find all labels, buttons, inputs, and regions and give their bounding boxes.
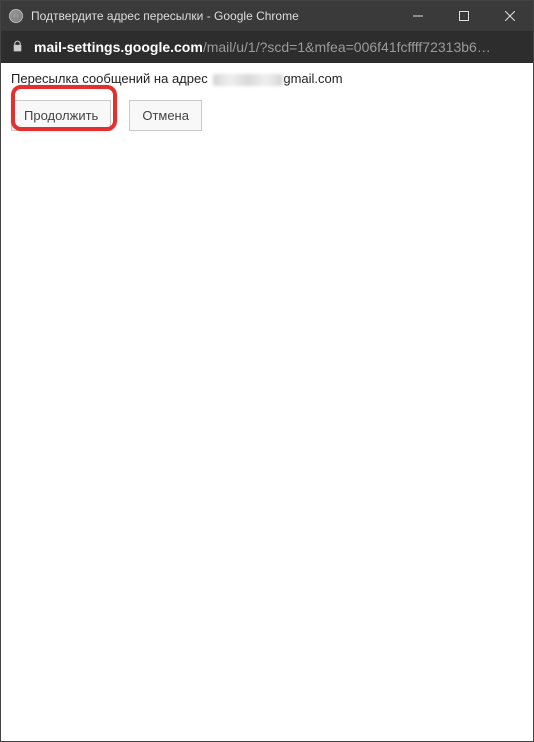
message-prefix: Пересылка сообщений на адрес	[11, 71, 208, 86]
window-title: Подтвердите адрес пересылки - Google Chr…	[31, 9, 395, 23]
continue-button[interactable]: Продолжить	[11, 100, 111, 131]
maximize-button[interactable]	[441, 1, 487, 31]
button-row: Продолжить Отмена	[11, 100, 523, 131]
maximize-icon	[459, 11, 469, 21]
lock-icon	[11, 39, 24, 56]
url-text: mail-settings.google.com/mail/u/1/?scd=1…	[34, 39, 491, 55]
globe-icon	[9, 9, 23, 23]
close-button[interactable]	[487, 1, 533, 31]
minimize-button[interactable]	[395, 1, 441, 31]
address-bar[interactable]: mail-settings.google.com/mail/u/1/?scd=1…	[1, 31, 533, 63]
redacted-blur	[213, 74, 283, 86]
url-path: /mail/u/1/?scd=1&mfea=006f41fcffff72313b…	[203, 39, 491, 55]
forwarding-message: Пересылка сообщений на адрес gmail.com	[11, 71, 523, 86]
window-controls	[395, 1, 533, 31]
message-suffix: gmail.com	[283, 71, 342, 86]
window-titlebar: Подтвердите адрес пересылки - Google Chr…	[1, 1, 533, 31]
minimize-icon	[413, 11, 423, 21]
url-host: mail-settings.google.com	[34, 39, 203, 55]
close-icon	[505, 11, 515, 21]
page-content: Пересылка сообщений на адрес gmail.com П…	[1, 63, 533, 741]
cancel-button[interactable]: Отмена	[129, 100, 202, 131]
